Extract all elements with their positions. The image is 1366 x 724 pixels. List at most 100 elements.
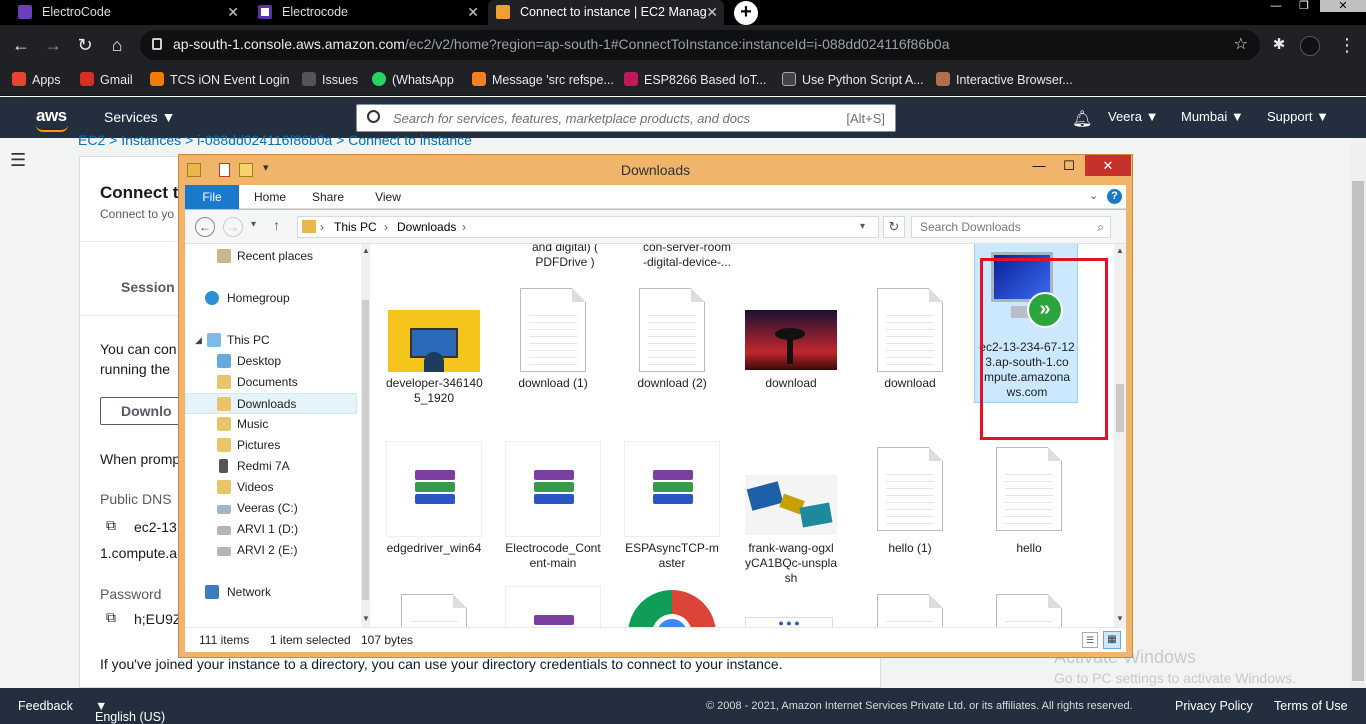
close-tab-icon[interactable]: ✕ <box>706 0 718 25</box>
search-downloads-input[interactable]: Search Downloads ⌕ <box>911 216 1111 238</box>
file-item[interactable]: developer-346140 5_1920 <box>386 304 483 424</box>
bookmark-tcs-ion[interactable]: TCS iON Event Login <box>150 71 290 89</box>
text-file-icon[interactable] <box>996 594 1062 627</box>
nav-desktop[interactable]: Desktop <box>185 351 357 372</box>
nav-pictures[interactable]: Pictures <box>185 435 357 456</box>
new-tab-button[interactable]: + <box>734 1 758 25</box>
bookmark-whatsapp[interactable]: (WhatsApp <box>372 71 454 89</box>
breadcrumb-address[interactable]: › This PC › Downloads › ▾ <box>297 216 879 238</box>
privacy-policy-link[interactable]: Privacy Policy <box>1175 699 1253 713</box>
forward-arrow-icon[interactable]: → <box>223 217 243 237</box>
feedback-link[interactable]: Feedback <box>18 699 73 713</box>
breadcrumb-downloads[interactable]: Downloads <box>397 217 456 237</box>
chevron-down-icon[interactable]: ▾ <box>860 217 865 237</box>
page-scrollbar[interactable] <box>1350 138 1366 688</box>
nav-documents[interactable]: Documents <box>185 372 357 393</box>
minimize-icon[interactable]: — <box>1025 155 1053 176</box>
bookmark-apps[interactable]: Apps <box>12 71 61 89</box>
back-arrow-icon[interactable]: ← <box>10 34 32 56</box>
details-view-icon[interactable]: ☰ <box>1082 632 1098 648</box>
hamburger-menu-icon[interactable]: ☰ <box>10 150 26 171</box>
file-item[interactable]: Electrocode_Cont ent-main <box>505 441 601 570</box>
support-menu[interactable]: Support ▼ <box>1267 109 1329 124</box>
file-item[interactable]: ESPAsyncTCP-m aster <box>624 441 720 570</box>
nav-drive-c[interactable]: Veeras (C:) <box>185 498 357 519</box>
recent-locations-icon[interactable]: ▾ <box>251 219 256 230</box>
file-item[interactable]: hello (1) <box>862 441 958 561</box>
reload-icon[interactable]: ↻ <box>74 34 96 56</box>
breadcrumb-this-pc[interactable]: This PC <box>334 217 377 237</box>
browser-tab-electrocode[interactable]: ElectroCode ✕ <box>10 0 245 25</box>
nav-drive-d[interactable]: ARVI 1 (D:) <box>185 519 357 540</box>
file-item[interactable]: hello <box>981 441 1077 561</box>
terms-of-use-link[interactable]: Terms of Use <box>1274 699 1348 713</box>
file-item[interactable]: download (1) <box>505 288 601 424</box>
help-icon[interactable]: ? <box>1107 189 1122 204</box>
tab-file[interactable]: File <box>185 185 239 209</box>
language-selector[interactable]: English (US) ▼ <box>95 699 165 724</box>
nav-drive-e[interactable]: ARVI 2 (E:) <box>185 540 357 561</box>
bookmark-python-script[interactable]: Use Python Script A... <box>782 71 924 89</box>
tab-view[interactable]: View <box>365 185 411 209</box>
chrome-installer-icon[interactable] <box>628 590 716 627</box>
nav-downloads[interactable]: Downloads <box>185 393 357 414</box>
bookmark-interactive-browser[interactable]: Interactive Browser... <box>936 71 1073 89</box>
restore-window-icon[interactable]: ❐ <box>1292 0 1316 12</box>
aws-search-input[interactable]: Search for services, features, marketpla… <box>356 104 896 132</box>
nav-redmi-7a[interactable]: Redmi 7A <box>185 456 357 477</box>
home-icon[interactable]: ⌂ <box>106 34 128 56</box>
extensions-puzzle-icon[interactable]: ✱ <box>1268 34 1290 56</box>
bookmark-esp8266[interactable]: ESP8266 Based IoT... <box>624 71 766 89</box>
browser-tab-connect-instance[interactable]: Connect to instance | EC2 Manag ✕ <box>488 0 724 25</box>
nav-videos[interactable]: Videos <box>185 477 357 498</box>
nav-homegroup[interactable]: Homegroup <box>185 288 357 309</box>
file-list-scrollbar[interactable]: ▲ ▼ <box>1114 244 1126 627</box>
bookmark-issues[interactable]: Issues <box>302 71 358 89</box>
tab-home[interactable]: Home <box>247 185 293 209</box>
winrar-archive-icon[interactable] <box>505 586 601 627</box>
services-menu[interactable]: Services ▼ <box>104 109 175 125</box>
close-icon[interactable]: ✕ <box>1085 155 1131 176</box>
bookmark-stackoverflow[interactable]: Message 'src refspe... <box>472 71 614 89</box>
browser-tab-electrocode-2[interactable]: Electrocode ✕ <box>250 0 485 25</box>
text-file-icon[interactable] <box>401 594 467 627</box>
copy-icon[interactable]: ⧉ <box>106 609 116 626</box>
text-file-icon[interactable] <box>877 594 943 627</box>
aws-logo[interactable]: aws <box>36 106 68 132</box>
winrar-archive-icon <box>386 441 482 537</box>
address-bar[interactable]: ap-south-1.console.aws.amazon.com/ec2/v2… <box>140 30 1260 60</box>
expand-ribbon-icon[interactable]: ⌄ <box>1089 189 1098 202</box>
close-tab-icon[interactable]: ✕ <box>227 0 239 25</box>
nav-music[interactable]: Music <box>185 414 357 435</box>
bookmark-gmail[interactable]: Gmail <box>80 71 133 89</box>
forward-arrow-icon[interactable]: → <box>42 34 64 56</box>
up-arrow-icon[interactable]: ↑ <box>273 217 280 233</box>
breadcrumb[interactable]: EC2 > Instances > i-088dd024116f86b0a > … <box>78 132 472 148</box>
back-arrow-icon[interactable]: ← <box>195 217 215 237</box>
tab-share[interactable]: Share <box>303 185 353 209</box>
file-item[interactable]: download (2) <box>624 288 720 424</box>
bookmark-star-icon[interactable]: ☆ <box>1234 34 1248 54</box>
minimize-window-icon[interactable]: — <box>1264 0 1288 12</box>
maximize-icon[interactable]: ☐ <box>1055 155 1083 176</box>
file-item[interactable]: download <box>743 304 839 424</box>
nav-scrollbar[interactable]: ▲ ▼ <box>361 244 370 627</box>
nav-this-pc[interactable]: ◢ This PC <box>185 330 357 351</box>
refresh-icon[interactable]: ↻ <box>883 216 905 238</box>
file-item[interactable]: edgedriver_win64 <box>386 441 482 561</box>
profile-avatar[interactable] <box>1300 36 1320 56</box>
close-tab-icon[interactable]: ✕ <box>467 0 479 25</box>
file-item[interactable]: download <box>862 288 958 424</box>
bell-icon[interactable]: 🔔︎ <box>1072 109 1092 129</box>
large-icons-view-icon[interactable]: ▦ <box>1103 631 1121 649</box>
close-window-icon[interactable]: ✕ <box>1320 0 1366 12</box>
chrome-menu-icon[interactable]: ⋮ <box>1336 34 1358 56</box>
image-thumbnail-partial[interactable]: ● ● ● <box>745 617 833 627</box>
file-item[interactable]: frank-wang-ogxl yCA1BQc-unspla sh <box>743 441 839 585</box>
user-menu[interactable]: Veera ▼ <box>1108 109 1158 124</box>
region-menu[interactable]: Mumbai ▼ <box>1181 109 1244 124</box>
nav-network[interactable]: Network <box>185 582 357 603</box>
explorer-titlebar[interactable]: ▾ Downloads — ☐ ✕ <box>179 155 1132 185</box>
nav-recent-places[interactable]: Recent places <box>185 246 357 267</box>
copy-icon[interactable]: ⧉ <box>106 517 116 534</box>
